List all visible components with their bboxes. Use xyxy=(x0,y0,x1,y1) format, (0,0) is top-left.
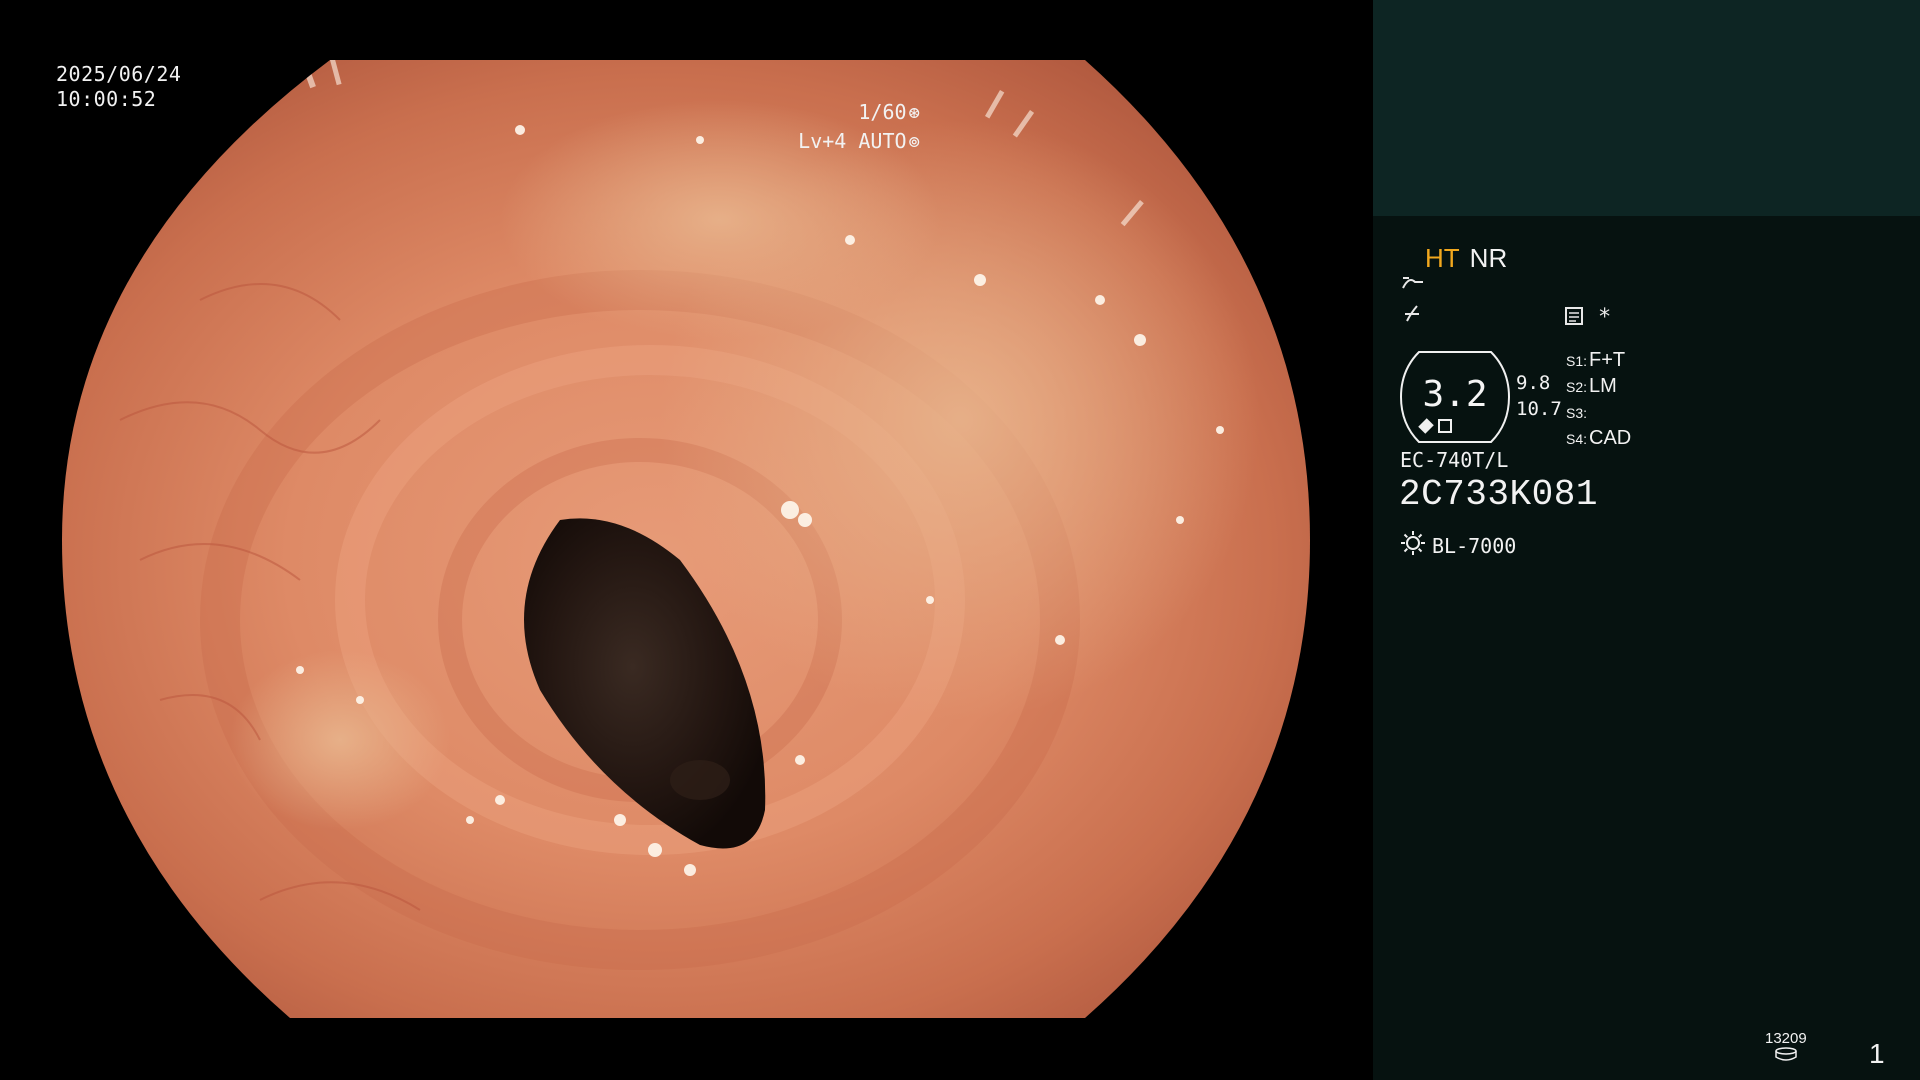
filter-icon xyxy=(1401,303,1423,331)
value-top: 9.8 xyxy=(1516,372,1551,394)
time-text: 10:00:52 xyxy=(56,87,157,111)
endoscope-view: 2025/06/24 10:00:52 1/60 ⊛ Lv+4 AUTO ⊚ xyxy=(0,0,1372,1080)
switch-s1: S1: F+T xyxy=(1566,348,1631,374)
light-source: BL-7000 xyxy=(1400,530,1516,561)
iris-icon: ⊚ xyxy=(908,131,920,153)
info-panel: HT NR * 3.2 9.8 10.7 S1: F+T S2: LM S3: S4:… xyxy=(1373,0,1920,1080)
shutter-row: 1/60 ⊛ xyxy=(798,98,920,127)
zoom-indicator: 3.2 xyxy=(1397,350,1513,444)
level-row: Lv+4 AUTO ⊚ xyxy=(798,127,920,156)
datetime-display: 2025/06/24 10:00:52 xyxy=(56,62,181,112)
document-icon xyxy=(1563,305,1585,333)
scope-serial: 2C733K081 xyxy=(1399,474,1598,515)
mode-ht: HT xyxy=(1425,243,1460,273)
aperture-icon: ⊛ xyxy=(908,102,920,124)
star-mark: * xyxy=(1598,305,1612,330)
switch-s2: S2: LM xyxy=(1566,374,1631,400)
brightness-level: Lv+4 AUTO xyxy=(798,129,907,153)
switch-settings: S1: F+T S2: LM S3: S4: CAD xyxy=(1566,348,1631,452)
page-number: 1 xyxy=(1869,1038,1885,1069)
light-source-model: BL-7000 xyxy=(1432,533,1517,558)
switch-key: S2: xyxy=(1566,379,1588,395)
counter-value: 13209 xyxy=(1765,1030,1807,1047)
value-bottom: 10.7 xyxy=(1516,398,1562,420)
switch-value: LM xyxy=(1589,375,1617,397)
exposure-display: 1/60 ⊛ Lv+4 AUTO ⊚ xyxy=(798,98,920,156)
panel-header-block xyxy=(1373,0,1920,216)
endoscopic-image xyxy=(62,60,1310,1018)
date-text: 2025/06/24 xyxy=(56,62,182,86)
scope-model: EC-740T/L xyxy=(1400,448,1509,472)
storage-icon xyxy=(1765,1047,1807,1063)
switch-s4: S4: CAD xyxy=(1566,426,1631,452)
measurement-values: 9.8 10.7 xyxy=(1516,370,1562,422)
switch-key: S1: xyxy=(1566,353,1588,369)
mode-nr: NR xyxy=(1469,243,1508,273)
switch-key: S3: xyxy=(1566,405,1588,421)
zoom-value: 3.2 xyxy=(1422,374,1488,415)
switch-value: CAD xyxy=(1589,427,1632,449)
tone-curve-icon xyxy=(1401,273,1425,298)
image-counter: 13209 xyxy=(1765,1030,1807,1063)
switch-s3: S3: xyxy=(1566,400,1631,426)
sun-icon xyxy=(1400,530,1426,561)
switch-value: F+T xyxy=(1589,349,1626,371)
switch-key: S4: xyxy=(1566,431,1588,447)
shutter-speed: 1/60 xyxy=(858,100,907,124)
processing-modes: HT NR xyxy=(1425,243,1507,274)
